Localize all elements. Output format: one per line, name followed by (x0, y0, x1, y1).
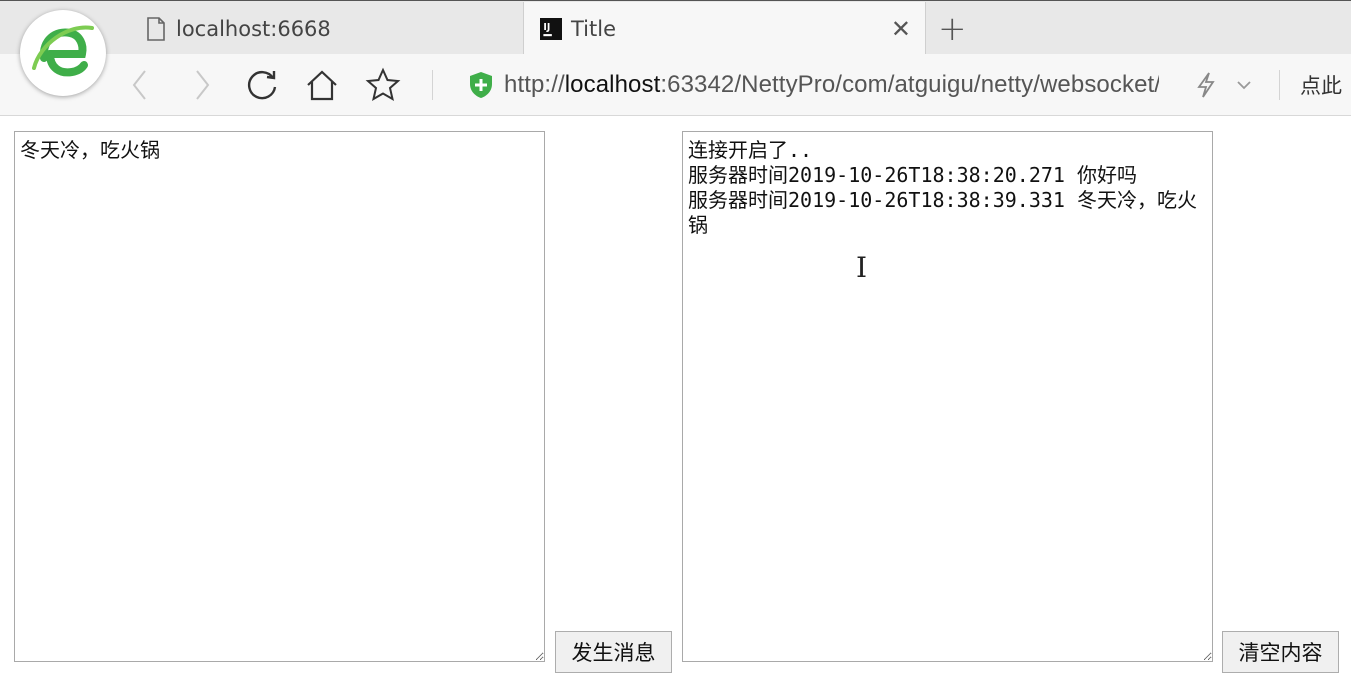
send-message-button[interactable]: 发生消息 (555, 631, 672, 673)
star-icon (365, 67, 401, 102)
page-icon (147, 16, 165, 41)
home-button[interactable] (302, 65, 342, 105)
chevron-left-icon (132, 70, 146, 100)
tab-bar: localhost:6668 IJ Title ✕ + (0, 0, 1351, 55)
reload-icon (248, 71, 277, 100)
chevron-down-icon (1237, 81, 1251, 90)
reload-button[interactable] (242, 65, 282, 105)
toolbar-side-link[interactable]: 点此 (1300, 70, 1342, 100)
close-icon[interactable]: ✕ (891, 15, 911, 43)
toolbar-divider (1279, 70, 1280, 100)
browser-logo[interactable] (20, 10, 106, 96)
toolbar-divider (432, 70, 433, 100)
tab-label: localhost:6668 (176, 16, 331, 41)
url-protocol: http:// (504, 71, 565, 98)
clear-content-button[interactable]: 清空内容 (1222, 631, 1339, 673)
address-bar[interactable]: http://localhost:63342/NettyPro/com/atgu… (468, 68, 1168, 102)
favorite-button[interactable] (363, 65, 403, 105)
response-output[interactable]: 连接开启了.. 服务器时间2019-10-26T18:38:20.271 你好吗… (682, 131, 1213, 662)
url-text[interactable]: http://localhost:63342/NettyPro/com/atgu… (504, 71, 1159, 99)
navigation-bar: http://localhost:63342/NettyPro/com/atgu… (0, 54, 1351, 116)
message-input[interactable]: 冬天冷，吃火锅 (14, 131, 545, 662)
tab-localhost[interactable]: localhost:6668 (140, 2, 520, 55)
url-host: localhost (564, 71, 661, 98)
url-path: :63342/NettyPro/com/atguigu/netty/websoc… (660, 71, 1159, 98)
chevron-right-icon (196, 70, 210, 100)
browser-logo-icon (32, 25, 94, 77)
forward-button[interactable] (182, 65, 222, 105)
text-cursor-icon: I (856, 251, 868, 284)
tab-title[interactable]: IJ Title ✕ (523, 2, 926, 55)
home-icon (307, 70, 337, 101)
intellij-icon: IJ (540, 17, 562, 40)
shield-icon (470, 72, 492, 98)
new-tab-icon[interactable]: + (938, 9, 967, 49)
dropdown-button[interactable] (1224, 65, 1264, 105)
back-button[interactable] (120, 65, 160, 105)
page-content: 冬天冷，吃火锅 发生消息 连接开启了.. 服务器时间2019-10-26T18:… (0, 117, 1351, 693)
svg-text:IJ: IJ (543, 21, 550, 32)
speed-mode-button[interactable] (1186, 65, 1226, 105)
tab-label: Title (571, 16, 617, 41)
lightning-icon (1197, 72, 1215, 98)
